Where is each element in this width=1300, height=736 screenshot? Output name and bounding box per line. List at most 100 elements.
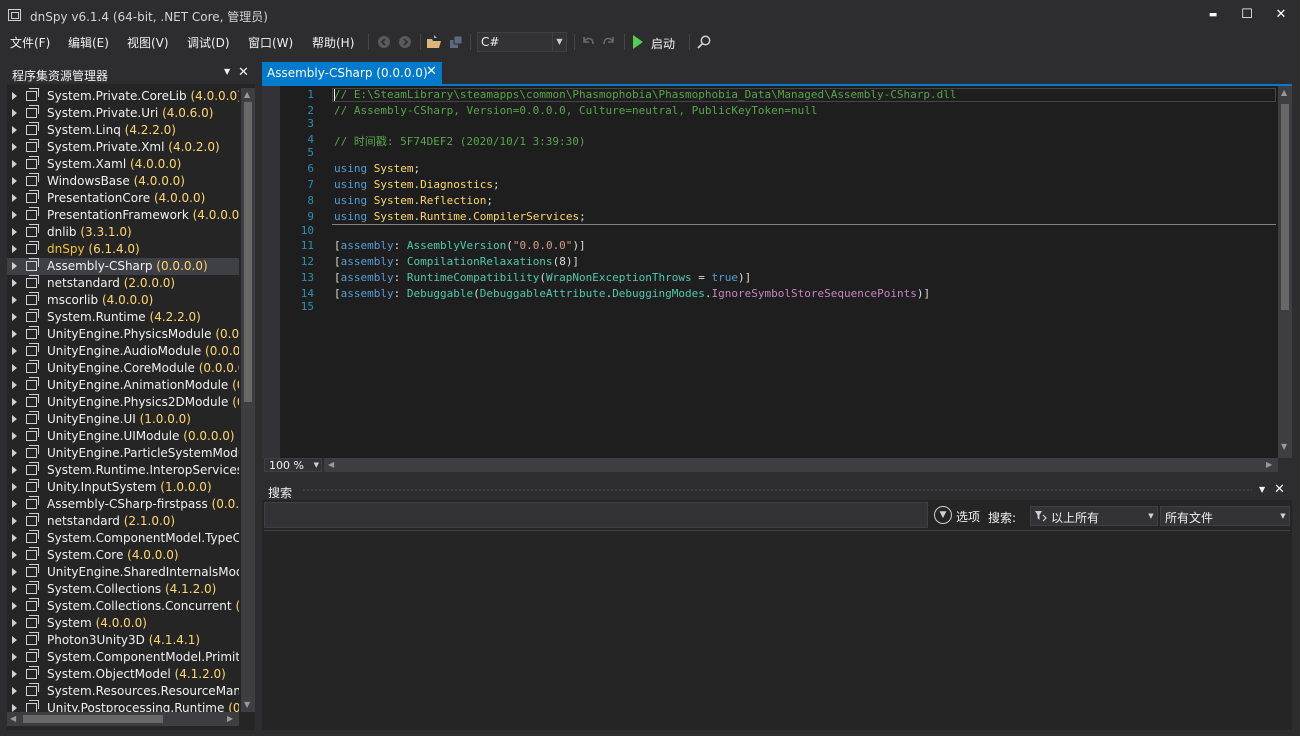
scroll-up-icon[interactable]: ▲: [244, 90, 250, 99]
vertical-scrollbar[interactable]: ▲ ▼: [241, 88, 255, 712]
search-results-list[interactable]: [264, 530, 1290, 728]
expand-arrow-icon[interactable]: [12, 296, 17, 304]
tree-item[interactable]: PresentationCore (4.0.0.0): [7, 190, 239, 207]
tab-assembly-csharp[interactable]: Assembly-CSharp (0.0.0.0) ✕: [262, 62, 442, 84]
horizontal-scrollbar[interactable]: ◀ ▶: [7, 712, 239, 726]
vertical-scrollbar[interactable]: ▲ ▼: [1278, 86, 1292, 458]
expand-arrow-icon[interactable]: [12, 262, 17, 270]
scrollbar-thumb[interactable]: [1281, 104, 1289, 310]
tree-item[interactable]: System.Private.Uri (4.0.6.0): [7, 105, 239, 122]
menu-window[interactable]: 窗口(W): [248, 34, 293, 51]
tree-item[interactable]: System (4.0.0.0): [7, 615, 239, 632]
tree-item[interactable]: System.Resources.ResourceMana: [7, 683, 239, 700]
search-icon[interactable]: [696, 34, 712, 50]
menu-view[interactable]: 视图(V): [127, 34, 169, 51]
open-icon[interactable]: [426, 34, 442, 50]
tree-item[interactable]: System.Collections (4.1.2.0): [7, 581, 239, 598]
tree-item[interactable]: UnityEngine.AnimationModule (0.: [7, 377, 239, 394]
tree-item[interactable]: System.Private.Xml (4.0.2.0): [7, 139, 239, 156]
panel-grip[interactable]: [302, 488, 1252, 493]
expand-arrow-icon[interactable]: [12, 177, 17, 185]
scroll-right-icon[interactable]: ▶: [1266, 460, 1272, 469]
chevron-down-icon[interactable]: ▼: [224, 67, 230, 76]
expand-arrow-icon[interactable]: [12, 313, 17, 321]
expand-arrow-icon[interactable]: [12, 534, 17, 542]
tree-item[interactable]: System.Xaml (4.0.0.0): [7, 156, 239, 173]
start-icon[interactable]: [633, 35, 643, 49]
tree-item[interactable]: netstandard (2.1.0.0): [7, 513, 239, 530]
scroll-right-icon[interactable]: ▶: [227, 714, 233, 723]
expand-arrow-icon[interactable]: [12, 500, 17, 508]
expand-arrow-icon[interactable]: [12, 279, 17, 287]
expand-arrow-icon[interactable]: [12, 568, 17, 576]
scrollbar-thumb[interactable]: [23, 715, 163, 723]
close-icon[interactable]: ✕: [1274, 482, 1285, 497]
tree-item[interactable]: UnityEngine.AudioModule (0.0.0.: [7, 343, 239, 360]
tree-item[interactable]: UnityEngine.CoreModule (0.0.0.0): [7, 360, 239, 377]
scroll-down-icon[interactable]: ▼: [1281, 442, 1287, 451]
tree-item[interactable]: System.Runtime (4.2.2.0): [7, 309, 239, 326]
expand-arrow-icon[interactable]: [12, 517, 17, 525]
tree-item[interactable]: dnlib (3.3.1.0): [7, 224, 239, 241]
tree-item[interactable]: System.Private.CoreLib (4.0.0.0): [7, 88, 239, 105]
tree-item[interactable]: PresentationFramework (4.0.0.0): [7, 207, 239, 224]
tree-item[interactable]: System.Runtime.InteropServices (: [7, 462, 239, 479]
search-input[interactable]: [264, 502, 928, 528]
menu-help[interactable]: 帮助(H): [312, 34, 354, 51]
close-icon[interactable]: ✕: [426, 64, 437, 79]
close-window-button[interactable]: ✕: [1266, 4, 1296, 26]
expand-arrow-icon[interactable]: [12, 364, 17, 372]
expand-arrow-icon[interactable]: [12, 143, 17, 151]
expand-arrow-icon[interactable]: [12, 92, 17, 100]
expand-arrow-icon[interactable]: [12, 687, 17, 695]
expand-arrow-icon[interactable]: [12, 449, 17, 457]
expand-arrow-icon[interactable]: [12, 670, 17, 678]
scrollbar-thumb[interactable]: [244, 102, 252, 402]
scroll-up-icon[interactable]: ▲: [1281, 88, 1287, 97]
expand-arrow-icon[interactable]: [12, 160, 17, 168]
expand-arrow-icon[interactable]: [12, 381, 17, 389]
tree-item[interactable]: Assembly-CSharp (0.0.0.0): [7, 258, 239, 275]
maximize-button[interactable]: ☐: [1232, 4, 1262, 26]
tree-item[interactable]: netstandard (2.0.0.0): [7, 275, 239, 292]
expand-arrow-icon[interactable]: [12, 466, 17, 474]
tree-item[interactable]: WindowsBase (4.0.0.0): [7, 173, 239, 190]
start-debug-button[interactable]: 启动: [651, 35, 675, 52]
tree-item[interactable]: System.ObjectModel (4.1.2.0): [7, 666, 239, 683]
search-type-select[interactable]: 以上所有 ▼: [1030, 506, 1158, 526]
expand-arrow-icon[interactable]: [12, 211, 17, 219]
tree-item[interactable]: UnityEngine.UIModule (0.0.0.0): [7, 428, 239, 445]
redo-icon[interactable]: [601, 34, 617, 50]
tree-item[interactable]: UnityEngine.UI (1.0.0.0): [7, 411, 239, 428]
tree-item[interactable]: System.ComponentModel.Primitiv: [7, 649, 239, 666]
expand-arrow-icon[interactable]: [12, 585, 17, 593]
scroll-down-icon[interactable]: ▼: [244, 700, 250, 709]
tree-item[interactable]: Assembly-CSharp-firstpass (0.0.0: [7, 496, 239, 513]
expand-arrow-icon[interactable]: [12, 109, 17, 117]
expand-arrow-icon[interactable]: [12, 636, 17, 644]
expand-arrow-icon[interactable]: [12, 551, 17, 559]
chevron-down-icon[interactable]: ▼: [1259, 485, 1265, 494]
tree-item[interactable]: Unity.InputSystem (1.0.0.0): [7, 479, 239, 496]
search-location-select[interactable]: 所有文件 ▼: [1160, 506, 1290, 526]
tree-item[interactable]: UnityEngine.SharedInternalsModu: [7, 564, 239, 581]
scroll-left-icon[interactable]: ◀: [328, 460, 334, 469]
expand-arrow-icon[interactable]: [12, 602, 17, 610]
tree-item[interactable]: UnityEngine.ParticleSystemModul: [7, 445, 239, 462]
expand-arrow-icon[interactable]: [12, 415, 17, 423]
expand-arrow-icon[interactable]: [12, 398, 17, 406]
menu-file[interactable]: 文件(F): [10, 34, 50, 51]
expand-arrow-icon[interactable]: [12, 619, 17, 627]
zoom-select[interactable]: 100 % ▼: [264, 458, 322, 472]
expand-arrow-icon[interactable]: [12, 704, 17, 712]
back-icon[interactable]: [376, 34, 392, 50]
tree-item[interactable]: System.Linq (4.2.2.0): [7, 122, 239, 139]
close-icon[interactable]: ✕: [238, 65, 249, 80]
tree-item[interactable]: Unity.Postprocessing.Runtime (0.0: [7, 700, 239, 712]
tree-item[interactable]: System.ComponentModel.TypeCo: [7, 530, 239, 547]
language-select[interactable]: C# ▼: [477, 32, 567, 52]
expand-arrow-icon[interactable]: [12, 432, 17, 440]
tree-item[interactable]: System.Collections.Concurrent (4.: [7, 598, 239, 615]
expand-arrow-icon[interactable]: [12, 245, 17, 253]
menu-edit[interactable]: 编辑(E): [68, 34, 109, 51]
